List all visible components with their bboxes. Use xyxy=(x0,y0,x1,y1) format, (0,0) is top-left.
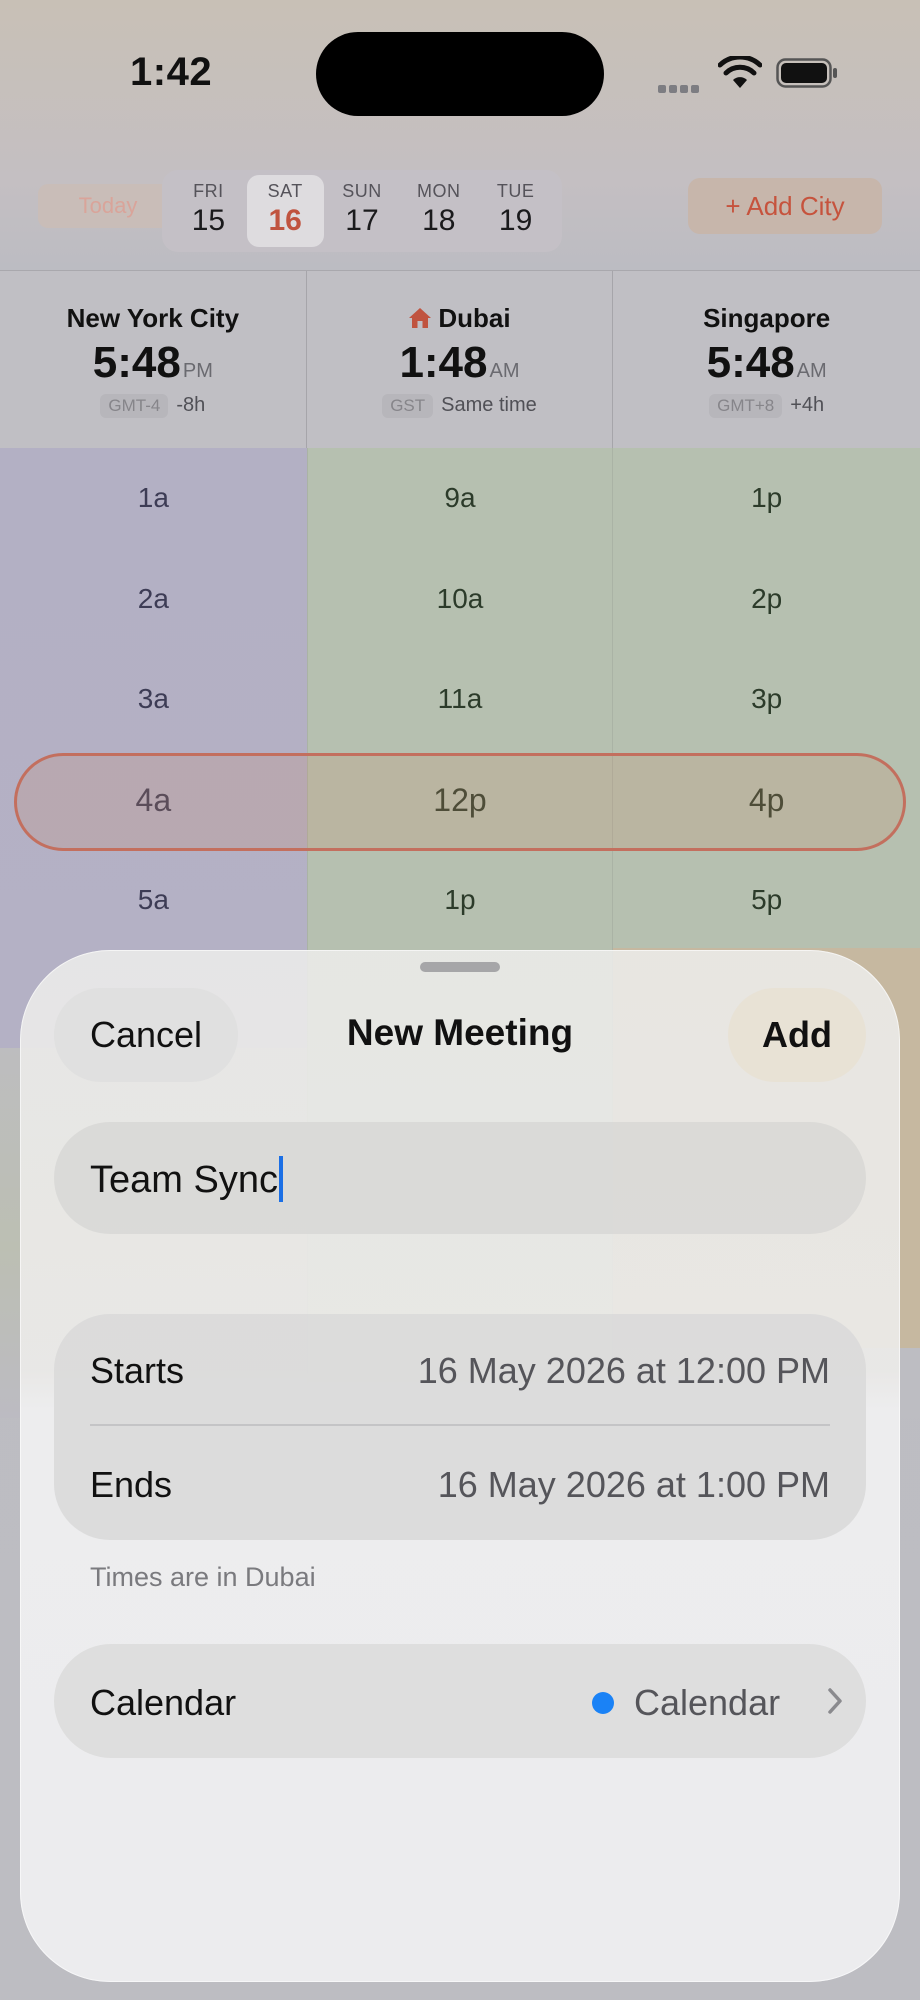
city-subline: GST Same time xyxy=(307,394,613,418)
chevron-right-icon xyxy=(828,1688,842,1714)
day-of-week: MON xyxy=(417,181,461,201)
day-sat-selected[interactable]: SAT 16 xyxy=(246,175,324,247)
hour-cell[interactable]: 2p xyxy=(613,549,920,650)
hour-cell[interactable]: 10a xyxy=(308,549,613,650)
city-offset: -8h xyxy=(176,394,206,416)
new-meeting-sheet: Cancel New Meeting Add Team Sync Starts … xyxy=(20,950,900,1982)
hour-cell[interactable]: 1p xyxy=(613,448,920,549)
day-number: 19 xyxy=(498,204,533,237)
timezone-footnote: Times are in Dubai xyxy=(90,1562,316,1592)
meeting-title-value: Team Sync xyxy=(90,1159,278,1201)
date-strip: Today FRI 15 SAT 16 SUN 17 MON 18 TUE 19 xyxy=(0,150,920,270)
city-header-row: New York City 5:48 PM GMT-4 -8h Dubai 1:48… xyxy=(0,270,920,449)
city-name: New York City xyxy=(66,303,240,333)
day-number: 17 xyxy=(345,204,379,237)
calendar-label: Calendar xyxy=(90,1682,237,1723)
city-subline: GMT-4 -8h xyxy=(0,394,306,418)
day-tue[interactable]: TUE 19 xyxy=(477,175,554,247)
day-number: 18 xyxy=(422,204,456,237)
cancel-button[interactable]: Cancel xyxy=(54,988,238,1082)
ends-label: Ends xyxy=(90,1464,173,1505)
day-number: 15 xyxy=(191,204,226,237)
hour-cell[interactable]: 11a xyxy=(308,649,613,750)
hour-cell[interactable]: 3p xyxy=(613,649,920,750)
day-number: 16 xyxy=(268,204,302,237)
timezone-badge: GMT+8 xyxy=(709,394,783,418)
hour-cell[interactable]: 1a xyxy=(0,448,307,549)
city-ampm: PM xyxy=(182,360,213,382)
city-column-singapore[interactable]: Singapore 5:48 AM GMT+8 +4h xyxy=(613,271,920,449)
add-city-button[interactable]: + Add City xyxy=(688,178,882,234)
city-offset: Same time xyxy=(441,394,537,416)
calendar-value: Calendar xyxy=(634,1682,781,1723)
hour-cell[interactable]: 5a xyxy=(0,850,307,951)
meeting-title-field[interactable]: Team Sync xyxy=(54,1122,866,1234)
dynamic-island xyxy=(316,32,604,116)
day-sun[interactable]: SUN 17 xyxy=(324,175,401,247)
city-name: Singapore xyxy=(703,303,831,333)
city-ampm: AM xyxy=(489,360,520,382)
current-hour-highlight xyxy=(14,753,906,851)
day-fri[interactable]: FRI 15 xyxy=(170,175,247,247)
wifi-icon xyxy=(718,56,762,88)
city-time: 5:48 AM xyxy=(613,338,920,388)
city-time-value: 1:48 xyxy=(399,338,488,387)
ends-value[interactable]: 16 May 2026 at 1:00 PM xyxy=(438,1464,830,1506)
status-clock: 1:42 xyxy=(130,50,213,94)
ends-row[interactable]: Ends 16 May 2026 at 1:00 PM xyxy=(90,1428,830,1540)
hour-cell[interactable]: 1p xyxy=(308,850,613,951)
starts-label: Starts xyxy=(90,1350,185,1391)
sheet-grabber[interactable] xyxy=(420,962,500,972)
hour-cell[interactable]: 5p xyxy=(613,850,920,951)
city-name-row: Dubai xyxy=(307,303,613,334)
battery-icon xyxy=(776,58,837,88)
timezone-badge: GST xyxy=(382,394,434,418)
status-bar: 1:42 xyxy=(0,0,920,150)
city-column-new-york[interactable]: New York City 5:48 PM GMT-4 -8h xyxy=(0,271,307,449)
hour-cell[interactable]: 2a xyxy=(0,549,307,650)
day-of-week: SAT xyxy=(267,181,303,201)
timezone-badge: GMT-4 xyxy=(100,394,169,418)
city-time: 5:48 PM xyxy=(0,338,306,388)
text-caret xyxy=(278,1156,283,1202)
city-time-value: 5:48 xyxy=(706,338,795,387)
day-of-week: FRI xyxy=(193,181,224,201)
calendar-color-dot xyxy=(592,1692,614,1714)
city-time-value: 5:48 xyxy=(92,338,181,387)
today-button[interactable]: Today xyxy=(38,184,178,228)
city-subline: GMT+8 +4h xyxy=(613,394,920,418)
city-time: 1:48 AM xyxy=(307,338,613,388)
day-of-week: TUE xyxy=(496,181,535,201)
calendar-row[interactable]: Calendar Calendar xyxy=(54,1644,866,1758)
day-picker: FRI 15 SAT 16 SUN 17 MON 18 TUE 19 xyxy=(162,170,562,252)
add-button[interactable]: Add xyxy=(728,988,866,1082)
hour-cell[interactable]: 3a xyxy=(0,649,307,750)
starts-row[interactable]: Starts 16 May 2026 at 12:00 PM xyxy=(90,1314,830,1426)
city-name: Dubai xyxy=(438,303,511,333)
cellular-signal-icon xyxy=(658,80,704,93)
starts-value[interactable]: 16 May 2026 at 12:00 PM xyxy=(418,1350,830,1392)
day-of-week: SUN xyxy=(342,181,382,201)
city-ampm: AM xyxy=(796,360,827,382)
hour-cell[interactable]: 9a xyxy=(308,448,613,549)
date-time-group: Starts 16 May 2026 at 12:00 PM Ends 16 M… xyxy=(54,1314,866,1540)
day-mon[interactable]: MON 18 xyxy=(400,175,477,247)
home-icon xyxy=(409,308,432,328)
city-column-dubai[interactable]: Dubai 1:48 AM GST Same time xyxy=(307,271,614,449)
city-offset: +4h xyxy=(790,394,825,416)
meeting-title-value-wrap: Team Sync xyxy=(90,1156,283,1202)
sheet-title: New Meeting xyxy=(346,1012,574,1053)
